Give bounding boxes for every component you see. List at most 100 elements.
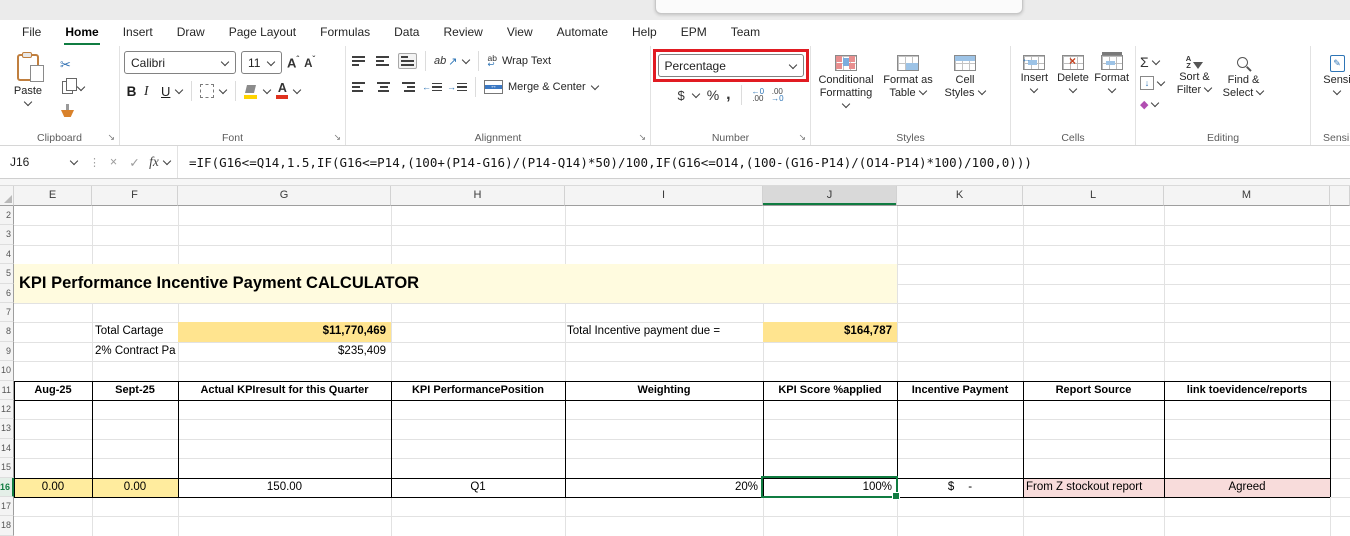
column-header-l[interactable]: L — [1023, 186, 1164, 206]
row-header-15[interactable]: 15 — [0, 458, 14, 478]
font-name-select[interactable]: Calibri — [124, 51, 236, 74]
tab-help[interactable]: Help — [620, 20, 669, 46]
format-painter-button[interactable] — [60, 101, 85, 120]
font-size-select[interactable]: 11 — [241, 51, 282, 74]
decrease-indent-button[interactable]: ← — [422, 82, 442, 92]
cell-title[interactable]: KPI Performance Incentive Payment CALCUL… — [14, 264, 897, 303]
cell-e16[interactable]: 0.00 — [14, 477, 92, 497]
cell-k16[interactable]: $ - — [897, 478, 1023, 497]
row-header-3[interactable]: 3 — [0, 225, 14, 245]
copy-button[interactable] — [60, 78, 86, 97]
column-header-i[interactable]: I — [565, 186, 763, 206]
cell-incentive-value[interactable]: $164,787 — [763, 322, 897, 342]
column-header-f[interactable]: F — [92, 186, 178, 206]
accounting-format-button[interactable]: $ — [677, 88, 684, 103]
row-header-13[interactable]: 13 — [0, 419, 14, 439]
column-header-h[interactable]: H — [391, 186, 565, 206]
active-cell-selection[interactable] — [761, 475, 900, 501]
bottom-align-button[interactable] — [398, 53, 417, 69]
row-header-4[interactable]: 4 — [0, 244, 14, 265]
row-header-5[interactable]: 5 — [0, 264, 14, 284]
column-header-k[interactable]: K — [897, 186, 1023, 206]
format-as-table-button[interactable]: Format as Table — [877, 51, 939, 130]
cell-header-actual[interactable]: Actual KPIresult for this Quarter — [178, 381, 391, 400]
cell-f16[interactable]: 0.00 — [92, 477, 178, 497]
enter-icon[interactable]: ✓ — [124, 155, 145, 170]
number-format-select[interactable]: Percentage — [657, 54, 804, 77]
tab-home[interactable]: Home — [53, 20, 110, 46]
percent-style-button[interactable]: % — [707, 87, 719, 103]
tab-review[interactable]: Review — [431, 20, 494, 46]
tab-team[interactable]: Team — [719, 20, 772, 46]
tab-insert[interactable]: Insert — [111, 20, 165, 46]
cell-header-position[interactable]: KPI PerformancePosition — [391, 381, 565, 400]
number-dialog-launcher[interactable]: ↘ — [798, 132, 806, 143]
column-header-m[interactable]: M — [1164, 186, 1330, 206]
drag-handle-icon[interactable]: ⋮ — [86, 156, 103, 169]
cell-h16[interactable]: Q1 — [391, 478, 565, 497]
fill-button[interactable]: ↓ — [1140, 74, 1166, 92]
row-header-2[interactable]: 2 — [0, 206, 14, 226]
sensitivity-button[interactable]: ✎ Sensi — [1315, 51, 1350, 96]
cell-header-incentive[interactable]: Incentive Payment — [897, 381, 1023, 400]
fill-handle[interactable] — [892, 492, 900, 501]
alignment-dialog-launcher[interactable]: ↘ — [638, 132, 646, 143]
spreadsheet-grid[interactable]: KPI Performance Incentive Payment CALCUL… — [0, 186, 1350, 536]
cut-button[interactable]: ✂ — [60, 55, 85, 74]
cell-header-aug[interactable]: Aug-25 — [14, 381, 92, 400]
find-select-button[interactable]: Find & Select — [1220, 51, 1267, 113]
comma-style-button[interactable]: , — [726, 86, 730, 104]
fill-color-button[interactable] — [244, 84, 258, 99]
clear-button[interactable]: ◆ — [1140, 95, 1165, 113]
autosum-button[interactable]: Σ — [1140, 53, 1165, 71]
cell-header-kpi-score[interactable]: KPI Score %applied — [763, 381, 897, 400]
increase-decimal-button[interactable]: ←0.00 — [752, 87, 764, 103]
row-header-7[interactable]: 7 — [0, 303, 14, 323]
cell-header-sept[interactable]: Sept-25 — [92, 381, 178, 400]
middle-align-button[interactable] — [374, 53, 393, 69]
formula-input[interactable]: =IF(G16<=Q14,1.5,IF(G16<=P14,(100+(P14-G… — [181, 155, 1350, 170]
tab-view[interactable]: View — [495, 20, 545, 46]
increase-indent-button[interactable]: → — [447, 82, 467, 92]
row-header-10[interactable]: 10 — [0, 361, 14, 381]
delete-cells-button[interactable]: Delete — [1054, 51, 1093, 130]
cell-incentive-label[interactable]: Total Incentive payment due = — [565, 322, 763, 341]
row-header-16[interactable]: 16 — [0, 477, 14, 497]
align-center-button[interactable] — [374, 79, 393, 95]
cell-header-evidence[interactable]: link toevidence/reports — [1164, 381, 1330, 400]
row-header-12[interactable]: 12 — [0, 400, 14, 420]
name-box[interactable]: J16 — [0, 146, 86, 178]
cell-l16[interactable]: From Z stockout report — [1023, 477, 1164, 497]
select-all-corner[interactable] — [0, 186, 14, 206]
cell-total-cartage-label[interactable]: Total Cartage — [92, 322, 178, 341]
insert-cells-button[interactable]: Insert — [1015, 51, 1054, 130]
row-header-9[interactable]: 9 — [0, 341, 14, 362]
row-header-14[interactable]: 14 — [0, 438, 14, 459]
underline-button[interactable]: U — [161, 84, 170, 99]
cancel-icon[interactable]: × — [103, 155, 124, 169]
align-left-button[interactable] — [350, 79, 369, 95]
sort-filter-button[interactable]: AZ Sort & Filter — [1171, 51, 1218, 113]
tab-formulas[interactable]: Formulas — [308, 20, 382, 46]
decrease-decimal-button[interactable]: .00 →0 — [771, 87, 783, 103]
bold-button[interactable]: B — [124, 84, 139, 99]
cell-m16[interactable]: Agreed — [1164, 477, 1330, 497]
cell-total-cartage-value[interactable]: $11,770,469 — [178, 322, 391, 342]
format-cells-button[interactable]: Format — [1092, 51, 1131, 130]
cell-i16[interactable]: 20% — [565, 478, 763, 497]
tab-epm[interactable]: EPM — [669, 20, 719, 46]
row-header-17[interactable]: 17 — [0, 497, 14, 517]
column-header-e[interactable]: E — [14, 186, 92, 206]
italic-button[interactable]: I — [144, 83, 156, 99]
tab-file[interactable]: File — [10, 20, 53, 46]
row-header-11[interactable]: 11 — [0, 380, 14, 400]
column-header-overflow[interactable] — [1330, 186, 1350, 206]
align-right-button[interactable] — [398, 79, 417, 95]
cell-contract-label[interactable]: 2% Contract Pa — [92, 342, 178, 361]
row-header-18[interactable]: 18 — [0, 516, 14, 536]
paste-button[interactable]: Paste — [4, 51, 52, 120]
insert-function-button[interactable]: fx — [145, 154, 163, 170]
cell-styles-button[interactable]: Cell Styles — [939, 51, 991, 130]
cell-header-weighting[interactable]: Weighting — [565, 381, 763, 400]
cell-contract-value[interactable]: $235,409 — [178, 342, 391, 361]
